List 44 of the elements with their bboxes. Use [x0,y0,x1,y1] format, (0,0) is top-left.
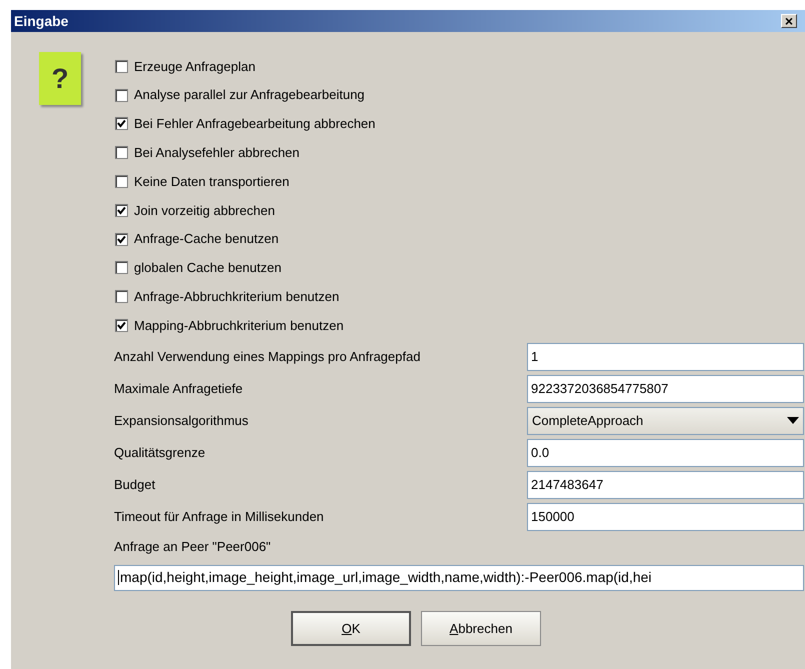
dialog-button[interactable]: Abbrechen [421,610,541,646]
input-field[interactable]: 2147483647 [527,470,804,499]
checkmark-icon [117,119,126,128]
field-label: Timeout für Anfrage in Millisekunden [114,508,325,526]
caret-icon [787,417,799,424]
checkbox[interactable] [115,290,128,304]
checkbox-label: Erzeuge Anfrageplan [134,58,256,76]
field-label: Qualitätsgrenze [114,444,206,462]
window-title: Eingabe [14,12,68,31]
field-label: Expansionsalgorithmus [114,412,250,430]
input-field[interactable]: 0.0 [527,438,804,467]
checkbox-label: Join vorzeitig abbrechen [134,202,275,220]
checkbox[interactable] [115,261,128,274]
checkbox[interactable] [115,146,128,160]
checkbox[interactable] [115,117,128,130]
input-field[interactable]: 9223372036854775807 [527,374,804,403]
dropdown[interactable]: CompleteApproach [527,406,804,435]
checkbox-label: Analyse parallel zur Anfragebearbeitung [134,86,365,104]
query-field[interactable]: map(id,height,image_height,image_url,image_width,name,width):-Peer006.map(id,hei [114,564,804,591]
field-label: Maximale Anfragetiefe [114,380,244,398]
checkbox-label: Mapping-Abbruchkriterium benutzen [134,316,344,335]
checkbox-label: Keine Daten transportieren [134,172,290,191]
field-label: Anzahl Verwendung eines Mappings pro Anfragepfad [114,348,422,366]
checkbox-label: Bei Analysefehler abbrechen [134,144,300,162]
input-field[interactable]: 150000 [527,502,804,531]
checkmark-icon [117,321,126,330]
checkbox[interactable] [115,232,128,246]
checkbox-label: Anfrage-Cache benutzen [134,230,279,248]
query-label: Anfrage an Peer "Peer006" [114,538,272,556]
checkmark-icon [117,206,126,215]
checkbox[interactable] [115,175,128,188]
checkbox[interactable] [115,319,128,332]
checkbox[interactable] [115,88,128,102]
checkbox[interactable] [115,60,128,73]
input-field[interactable]: 1 [527,342,804,371]
dialog-button[interactable]: OK [291,610,411,646]
close-button[interactable]: × [781,14,797,28]
field-label: Budget [114,476,156,494]
checkbox-label: Bei Fehler Anfragebearbeitung abbrechen [134,115,376,134]
checkmark-icon [117,234,126,244]
checkbox-label: globalen Cache benutzen [134,259,282,278]
question-icon: ? [39,52,81,105]
checkbox[interactable] [115,204,128,217]
checkbox-label: Anfrage-Abbruchkriterium benutzen [134,288,340,306]
